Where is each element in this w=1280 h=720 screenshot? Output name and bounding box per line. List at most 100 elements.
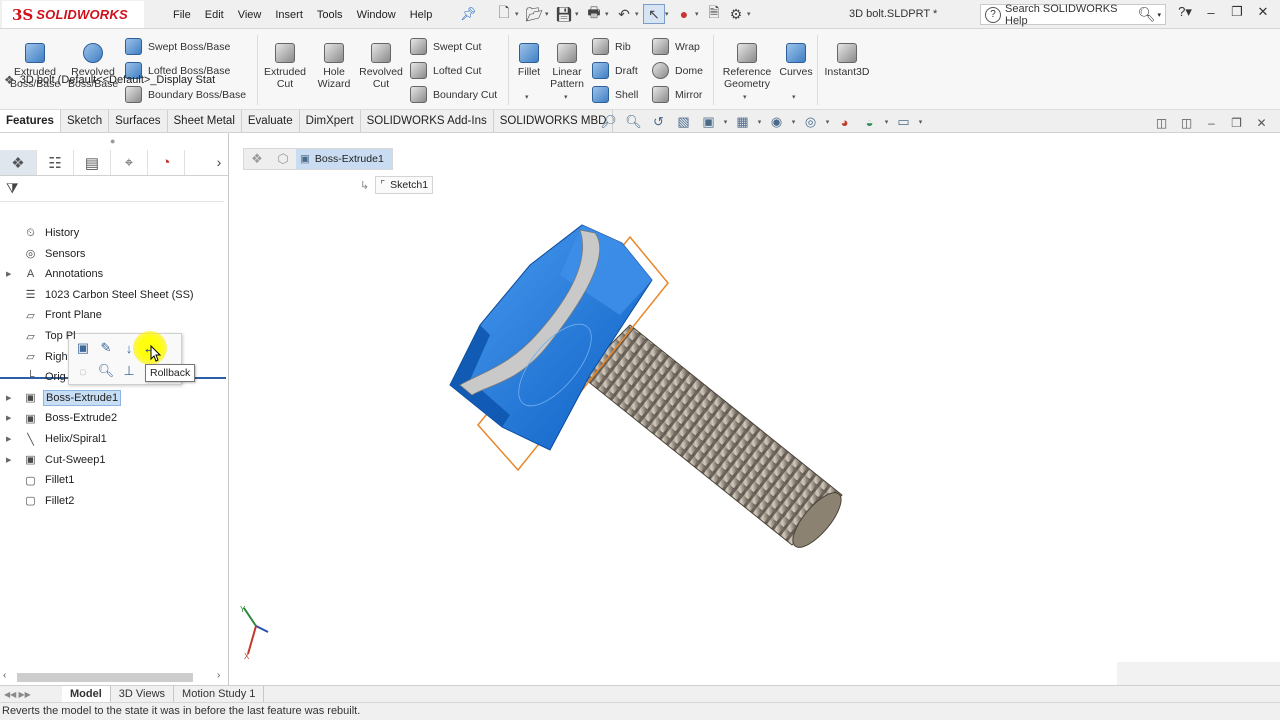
tree-item[interactable]: ▶ ▣ Cut-Sweep1 <box>0 450 229 470</box>
dynamic-annotation-icon[interactable]: ▣ <box>696 113 721 131</box>
expand-arrow-icon[interactable]: ▶ <box>6 435 14 443</box>
swept-cut-button[interactable]: Swept Cut <box>410 38 481 55</box>
open-document-icon[interactable]: 📂︎ <box>523 4 545 24</box>
tab-features[interactable]: Features <box>0 110 61 132</box>
instant3d-button[interactable]: Instant3D <box>820 43 874 78</box>
lofted-cut-button[interactable]: Lofted Cut <box>410 62 481 79</box>
tree-item[interactable]: └ Orig <box>0 367 229 387</box>
doc-close-icon[interactable]: ✕ <box>1249 116 1274 130</box>
part-breadcrumb-icon[interactable]: ❖ <box>244 149 270 169</box>
doc-restore-icon[interactable]: ❐ <box>1224 116 1249 130</box>
breadcrumb-current[interactable]: ▣ Boss-Extrude1 <box>296 149 392 169</box>
configuration-manager-icon[interactable]: ▤ <box>74 150 111 175</box>
options-gear-icon[interactable]: ⚙ <box>725 4 747 24</box>
wrap-button[interactable]: Wrap <box>652 38 700 55</box>
tree-item[interactable]: ▱ Front Plane <box>0 305 229 325</box>
restore-icon[interactable]: ❐ <box>1224 4 1250 20</box>
search-icon[interactable]: 🔍︎ <box>1138 6 1156 23</box>
zoom-to-fit-icon[interactable]: 🔎︎ <box>596 113 621 131</box>
save-dropdown-icon[interactable]: ▾ <box>575 10 583 18</box>
hole-wizard-button[interactable]: Hole Wizard <box>312 43 356 90</box>
expand-arrow-icon[interactable]: ▶ <box>6 270 14 278</box>
print-icon[interactable]: 🖶︎ <box>583 4 605 24</box>
reference-geometry-button[interactable]: Reference Geometry <box>718 43 776 90</box>
tree-item[interactable]: ▱ Righ <box>0 347 229 367</box>
rib-button[interactable]: Rib <box>592 38 631 55</box>
tab-motion-study[interactable]: Motion Study 1 <box>174 686 265 702</box>
tree-item[interactable]: ▶ ▣ Boss-Extrude1 <box>0 388 229 408</box>
panel-left-icon[interactable]: ◫ <box>1149 116 1174 130</box>
shell-button[interactable]: Shell <box>592 86 638 103</box>
boundary-cut-button[interactable]: Boundary Cut <box>410 86 497 103</box>
panel-collapse-handle[interactable]: ● <box>110 136 115 146</box>
close-icon[interactable]: ✕ <box>1250 4 1276 20</box>
doc-minimize-icon[interactable]: – <box>1199 116 1224 130</box>
dimxpert-manager-icon[interactable]: ⌖ <box>111 150 148 175</box>
search-dropdown-icon[interactable]: ▾ <box>1157 11 1161 19</box>
tab-solidworks-add-ins[interactable]: SOLIDWORKS Add-Ins <box>361 110 494 132</box>
rebuild-dropdown-icon[interactable]: ▾ <box>695 10 703 18</box>
new-dropdown-icon[interactable]: ▾ <box>515 10 523 18</box>
tree-item[interactable]: ◎ Sensors <box>0 244 229 264</box>
bolt-model[interactable] <box>430 205 870 605</box>
scroll-right-icon[interactable]: › <box>217 670 220 681</box>
chevron-right-icon[interactable]: › <box>209 150 229 175</box>
tree-root-part[interactable]: ❖ 3D bolt (Default<<Default>_Display Sta… <box>4 70 215 90</box>
curves-button[interactable]: Curves <box>778 43 814 78</box>
menu-help[interactable]: Help <box>410 9 433 21</box>
undo-dropdown-icon[interactable]: ▾ <box>635 10 643 18</box>
search-input[interactable]: Search SOLIDWORKS Help <box>1005 3 1138 27</box>
body-breadcrumb-icon[interactable]: ⬡ <box>270 149 296 169</box>
view-orientation-icon[interactable]: ▦ <box>730 113 755 131</box>
menu-window[interactable]: Window <box>357 9 396 21</box>
pin-menu-icon[interactable]: 📌︎ <box>460 6 477 22</box>
expand-arrow-icon[interactable]: ▶ <box>6 394 14 402</box>
curves-dropdown-icon[interactable]: ▾ <box>792 93 796 101</box>
help-question-icon[interactable]: ? <box>985 6 1001 23</box>
tab-dimxpert[interactable]: DimXpert <box>300 110 361 132</box>
menu-tools[interactable]: Tools <box>317 9 343 21</box>
rebuild-traffic-light-icon[interactable]: ● <box>673 4 695 24</box>
open-dropdown-icon[interactable]: ▾ <box>545 10 553 18</box>
menu-view[interactable]: View <box>238 9 262 21</box>
options-dropdown-icon[interactable]: ▾ <box>747 10 755 18</box>
tab-navigation-arrows[interactable]: ◀◀ ▶▶ <box>0 686 62 702</box>
solidworks-logo[interactable]: 3S SOLIDWORKS <box>2 1 144 28</box>
menu-edit[interactable]: Edit <box>205 9 224 21</box>
tree-item[interactable]: ▶ ╲ Helix/Spiral1 <box>0 429 229 449</box>
tree-item[interactable]: ▶ A Annotations <box>0 264 229 284</box>
fillet-button[interactable]: Fillet <box>512 43 546 78</box>
minimize-icon[interactable]: – <box>1198 5 1224 20</box>
fillet-dropdown-icon[interactable]: ▾ <box>525 93 529 101</box>
feature-manager-tree-icon[interactable]: ❖ <box>0 150 37 175</box>
view-settings-icon[interactable]: ▭ <box>891 113 916 131</box>
swept-boss-button[interactable]: Swept Boss/Base <box>125 38 230 55</box>
menu-file[interactable]: File <box>173 9 191 21</box>
apply-scene-icon[interactable]: ◒ <box>857 113 882 131</box>
help-icon[interactable]: ?▾ <box>1172 4 1198 20</box>
search-box[interactable]: ? Search SOLIDWORKS Help 🔍︎ ▾ <box>980 3 1166 27</box>
scroll-left-icon[interactable]: ‹ <box>3 670 6 681</box>
extruded-cut-button[interactable]: Extruded Cut <box>262 43 308 90</box>
tab-evaluate[interactable]: Evaluate <box>242 110 300 132</box>
new-document-icon[interactable]: 🗋︎ <box>493 4 515 24</box>
filter-icon[interactable]: ⧩ <box>6 180 19 197</box>
tree-item[interactable]: ⏲ History <box>0 223 229 243</box>
view-settings-dropdown-icon[interactable]: ▾ <box>916 113 925 131</box>
draft-button[interactable]: Draft <box>592 62 638 79</box>
file-properties-icon[interactable]: 🗎︎ <box>703 4 725 24</box>
linear-pattern-button[interactable]: Linear Pattern <box>547 43 587 90</box>
tree-item[interactable]: ☰ 1023 Carbon Steel Sheet (SS) <box>0 285 229 305</box>
display-manager-icon[interactable]: ◔ <box>148 150 185 175</box>
tab-sketch[interactable]: Sketch <box>61 110 110 132</box>
property-manager-icon[interactable]: ☷ <box>37 150 74 175</box>
reference-geometry-dropdown-icon[interactable]: ▾ <box>743 93 747 101</box>
scroll-thumb[interactable] <box>17 673 193 682</box>
expand-arrow-icon[interactable]: ▶ <box>6 414 14 422</box>
display-style-dropdown-icon[interactable]: ▾ <box>789 113 798 131</box>
edit-appearance-icon[interactable]: ◕ <box>832 113 857 131</box>
tree-item[interactable]: ▶ ▣ Boss-Extrude2 <box>0 408 229 428</box>
dynamic-annotation-dropdown-icon[interactable]: ▾ <box>721 113 730 131</box>
save-icon[interactable]: 💾︎ <box>553 4 575 24</box>
tab-surfaces[interactable]: Surfaces <box>109 110 168 132</box>
